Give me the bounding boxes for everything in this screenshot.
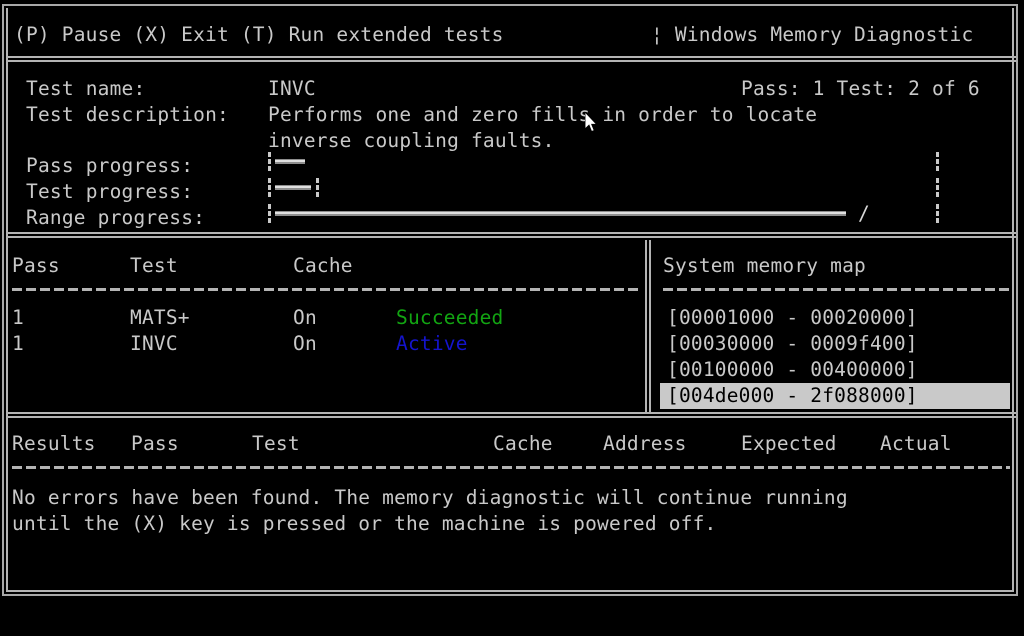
- list-item[interactable]: [00030000 - 0009f400]: [660, 331, 1010, 357]
- test-progress-start-marker: [268, 178, 271, 197]
- status-badge: Succeeded: [396, 306, 504, 329]
- status-message-line-2: until the (X) key is pressed or the mach…: [12, 512, 717, 535]
- table-row: MATS+: [130, 306, 190, 329]
- app-title: ¦ Windows Memory Diagnostic: [651, 23, 974, 46]
- table-row: INVC: [130, 332, 178, 355]
- range-progress-end-marker: [936, 204, 939, 223]
- results-header-expected: Expected: [741, 432, 837, 455]
- pass-progress-fill: [275, 159, 305, 164]
- results-header-cache: Cache: [493, 432, 553, 455]
- list-item[interactable]: [00001000 - 00020000]: [660, 305, 1010, 331]
- activity-spinner-icon: /: [858, 202, 870, 225]
- pass-progress-label: Pass progress:: [26, 154, 194, 177]
- test-description-line-1: Performs one and zero fills in order to …: [268, 103, 818, 126]
- memory-map-header-underline: [663, 288, 1010, 291]
- range-progress-label: Range progress:: [26, 206, 206, 229]
- status-message-line-1: No errors have been found. The memory di…: [12, 486, 848, 509]
- test-progress-end-marker: [936, 178, 939, 197]
- pass-progress-start-marker: [268, 152, 271, 171]
- results-header-pass: Pass: [131, 432, 179, 455]
- test-progress-label: Test progress:: [26, 180, 194, 203]
- results-header-results: Results: [12, 432, 96, 455]
- results-header-test: Test: [252, 432, 300, 455]
- test-progress-cap-marker: [316, 178, 319, 197]
- divider-info: [8, 232, 1016, 238]
- status-badge: Active: [396, 332, 468, 355]
- list-item-selected[interactable]: [004de000 - 2f088000]: [660, 383, 1010, 409]
- table-row: 1: [12, 332, 24, 355]
- table-row: On: [293, 306, 317, 329]
- table-row: On: [293, 332, 317, 355]
- results-header-actual: Actual: [880, 432, 952, 455]
- tests-header-test: Test: [130, 254, 178, 277]
- range-progress-fill: [275, 211, 846, 216]
- hotkey-legend[interactable]: (P) Pause (X) Exit (T) Run extended test…: [14, 22, 504, 48]
- test-description-line-2: inverse coupling faults.: [268, 129, 555, 152]
- test-name-value: INVC: [268, 77, 316, 100]
- divider-memory-map: [645, 240, 651, 412]
- pass-test-counter: Pass: 1 Test: 2 of 6: [741, 77, 980, 100]
- results-header-address: Address: [603, 432, 687, 455]
- memory-map-title: System memory map: [663, 254, 866, 277]
- divider-title: [8, 56, 1016, 62]
- range-progress-start-marker: [268, 204, 271, 223]
- results-header-underline: [12, 466, 1010, 469]
- memory-diagnostic-screen: (P) Pause (X) Exit (T) Run extended test…: [0, 0, 1024, 636]
- test-progress-fill: [275, 185, 311, 190]
- divider-results: [8, 412, 1016, 418]
- pass-progress-end-marker: [936, 152, 939, 171]
- tests-header-cache: Cache: [293, 254, 353, 277]
- test-description-label: Test description:: [26, 103, 229, 126]
- test-name-label: Test name:: [26, 77, 146, 100]
- list-item[interactable]: [00100000 - 00400000]: [660, 357, 1010, 383]
- tests-header-pass: Pass: [12, 254, 60, 277]
- table-row: 1: [12, 306, 24, 329]
- tests-header-underline: [12, 288, 638, 291]
